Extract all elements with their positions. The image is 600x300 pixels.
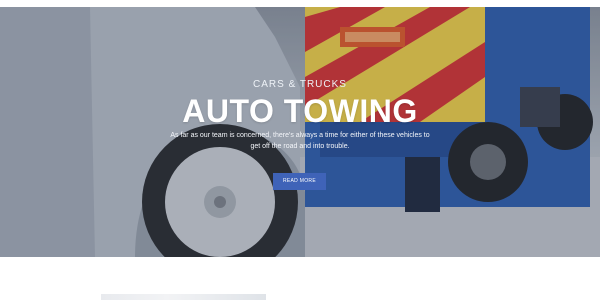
read-more-button[interactable]: READ MORE (273, 173, 326, 190)
hero-description: As far as our team is concerned, there's… (170, 132, 430, 150)
below-hero-section (0, 257, 600, 300)
hero-banner: CARS & TRUCKS AUTO TOWING As far as our … (0, 7, 600, 257)
image-thumbnail[interactable] (101, 294, 266, 300)
hero-content: CARS & TRUCKS AUTO TOWING As far as our … (0, 7, 600, 257)
top-strip (0, 0, 600, 7)
hero-eyebrow: CARS & TRUCKS (253, 79, 347, 90)
hero-title: AUTO TOWING (182, 93, 418, 129)
